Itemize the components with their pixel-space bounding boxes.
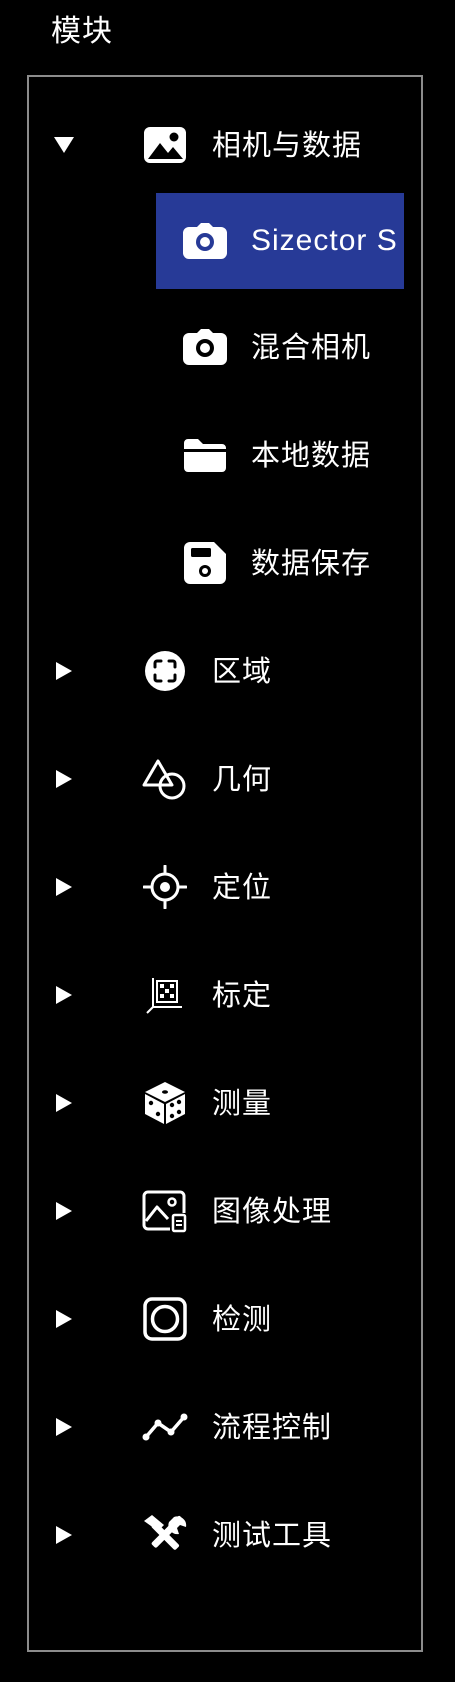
module-tree: 相机与数据 Sizector S 混合相机 本地数据 数据保存 区域 几何 定位… bbox=[27, 75, 423, 1652]
tree-item-label: 区域 bbox=[212, 654, 273, 688]
collapsed-arrow-icon[interactable] bbox=[52, 765, 76, 793]
camera-icon bbox=[181, 323, 229, 371]
calibration-board-icon bbox=[141, 971, 189, 1019]
collapsed-arrow-icon[interactable] bbox=[52, 1305, 76, 1333]
image-edit-icon bbox=[141, 1187, 189, 1235]
camera-icon bbox=[181, 217, 229, 265]
inspect-frame-icon bbox=[141, 1295, 189, 1343]
tree-item-calibrate[interactable]: 标定 bbox=[29, 947, 421, 1043]
tree-item-region[interactable]: 区域 bbox=[29, 623, 421, 719]
tree-item-test-tools[interactable]: 测试工具 bbox=[29, 1487, 421, 1583]
tree-item-label: 数据保存 bbox=[251, 546, 372, 580]
tree-item-locate[interactable]: 定位 bbox=[29, 839, 421, 935]
image-icon bbox=[141, 121, 189, 169]
tree-item-hybrid-camera[interactable]: 混合相机 bbox=[29, 299, 421, 395]
tree-item-label: 标定 bbox=[212, 978, 273, 1012]
tree-item-local-data[interactable]: 本地数据 bbox=[29, 407, 421, 503]
collapsed-arrow-icon[interactable] bbox=[52, 1197, 76, 1225]
tree-item-inspect[interactable]: 检测 bbox=[29, 1271, 421, 1367]
crosshair-icon bbox=[141, 863, 189, 911]
tools-icon bbox=[141, 1511, 189, 1559]
tree-item-label: Sizector S bbox=[251, 224, 398, 257]
panel-title: 模块 bbox=[51, 14, 113, 49]
tree-item-sizector-s[interactable]: Sizector S bbox=[29, 193, 421, 289]
region-focus-icon bbox=[141, 647, 189, 695]
polyline-icon bbox=[141, 1403, 189, 1451]
tree-item-label: 几何 bbox=[212, 762, 273, 796]
tree-item-label: 图像处理 bbox=[212, 1194, 333, 1228]
collapsed-arrow-icon[interactable] bbox=[52, 981, 76, 1009]
collapsed-arrow-icon[interactable] bbox=[52, 657, 76, 685]
floppy-disk-icon bbox=[181, 539, 229, 587]
tree-item-camera-data[interactable]: 相机与数据 bbox=[29, 97, 421, 193]
tree-item-label: 混合相机 bbox=[251, 330, 372, 364]
shapes-icon bbox=[141, 755, 189, 803]
tree-item-geometry[interactable]: 几何 bbox=[29, 731, 421, 827]
tree-item-label: 测量 bbox=[212, 1086, 273, 1120]
folder-icon bbox=[181, 431, 229, 479]
tree-item-label: 检测 bbox=[212, 1302, 273, 1336]
tree-item-label: 本地数据 bbox=[251, 438, 372, 472]
tree-item-label: 相机与数据 bbox=[212, 128, 363, 162]
tree-item-flow-control[interactable]: 流程控制 bbox=[29, 1379, 421, 1475]
expanded-arrow-icon[interactable] bbox=[52, 131, 76, 159]
tree-item-label: 定位 bbox=[212, 870, 273, 904]
collapsed-arrow-icon[interactable] bbox=[52, 1089, 76, 1117]
tree-item-data-save[interactable]: 数据保存 bbox=[29, 515, 421, 611]
dice-icon bbox=[141, 1079, 189, 1127]
collapsed-arrow-icon[interactable] bbox=[52, 873, 76, 901]
tree-item-image-processing[interactable]: 图像处理 bbox=[29, 1163, 421, 1259]
collapsed-arrow-icon[interactable] bbox=[52, 1413, 76, 1441]
tree-item-label: 流程控制 bbox=[212, 1410, 333, 1444]
tree-item-measure[interactable]: 测量 bbox=[29, 1055, 421, 1151]
collapsed-arrow-icon[interactable] bbox=[52, 1521, 76, 1549]
tree-item-label: 测试工具 bbox=[212, 1518, 333, 1552]
